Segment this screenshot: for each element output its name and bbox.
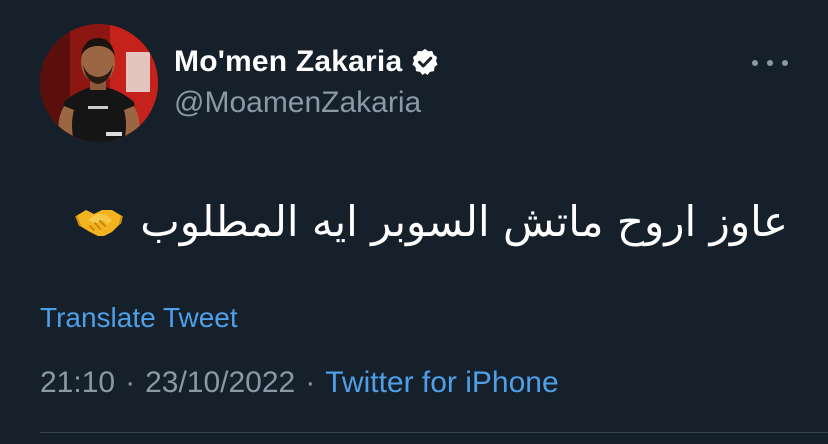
avatar[interactable] [40,24,158,142]
divider [40,432,828,433]
tweet-card: Mo'men Zakaria @MoamenZakaria عاوز اروح … [0,0,828,444]
tweet-time[interactable]: 21:10 [40,366,115,400]
tweet-text-content: عاوز اروح ماتش السوبر ايه المطلوب [140,197,788,246]
translate-tweet-link[interactable]: Translate Tweet [40,302,238,334]
tweet-source-link[interactable]: Twitter for iPhone [325,366,558,400]
more-icon[interactable] [752,52,788,74]
more-dot [767,60,773,66]
avatar-image [40,24,158,142]
meta-separator: · [305,366,316,399]
meta-separator: · [125,366,136,399]
tweet-text: عاوز اروح ماتش السوبر ايه المطلوب [74,196,788,248]
tweet-meta: 21:10 · 23/10/2022 · Twitter for iPhone [40,366,559,400]
author-name-row[interactable]: Mo'men Zakaria [174,42,440,82]
display-name[interactable]: Mo'men Zakaria [174,45,402,79]
verified-badge-icon [410,47,440,77]
tweet-date[interactable]: 23/10/2022 [145,366,295,400]
author-handle[interactable]: @MoamenZakaria [174,86,421,120]
handshake-icon [74,202,124,242]
more-dot [752,60,758,66]
more-dot [782,60,788,66]
